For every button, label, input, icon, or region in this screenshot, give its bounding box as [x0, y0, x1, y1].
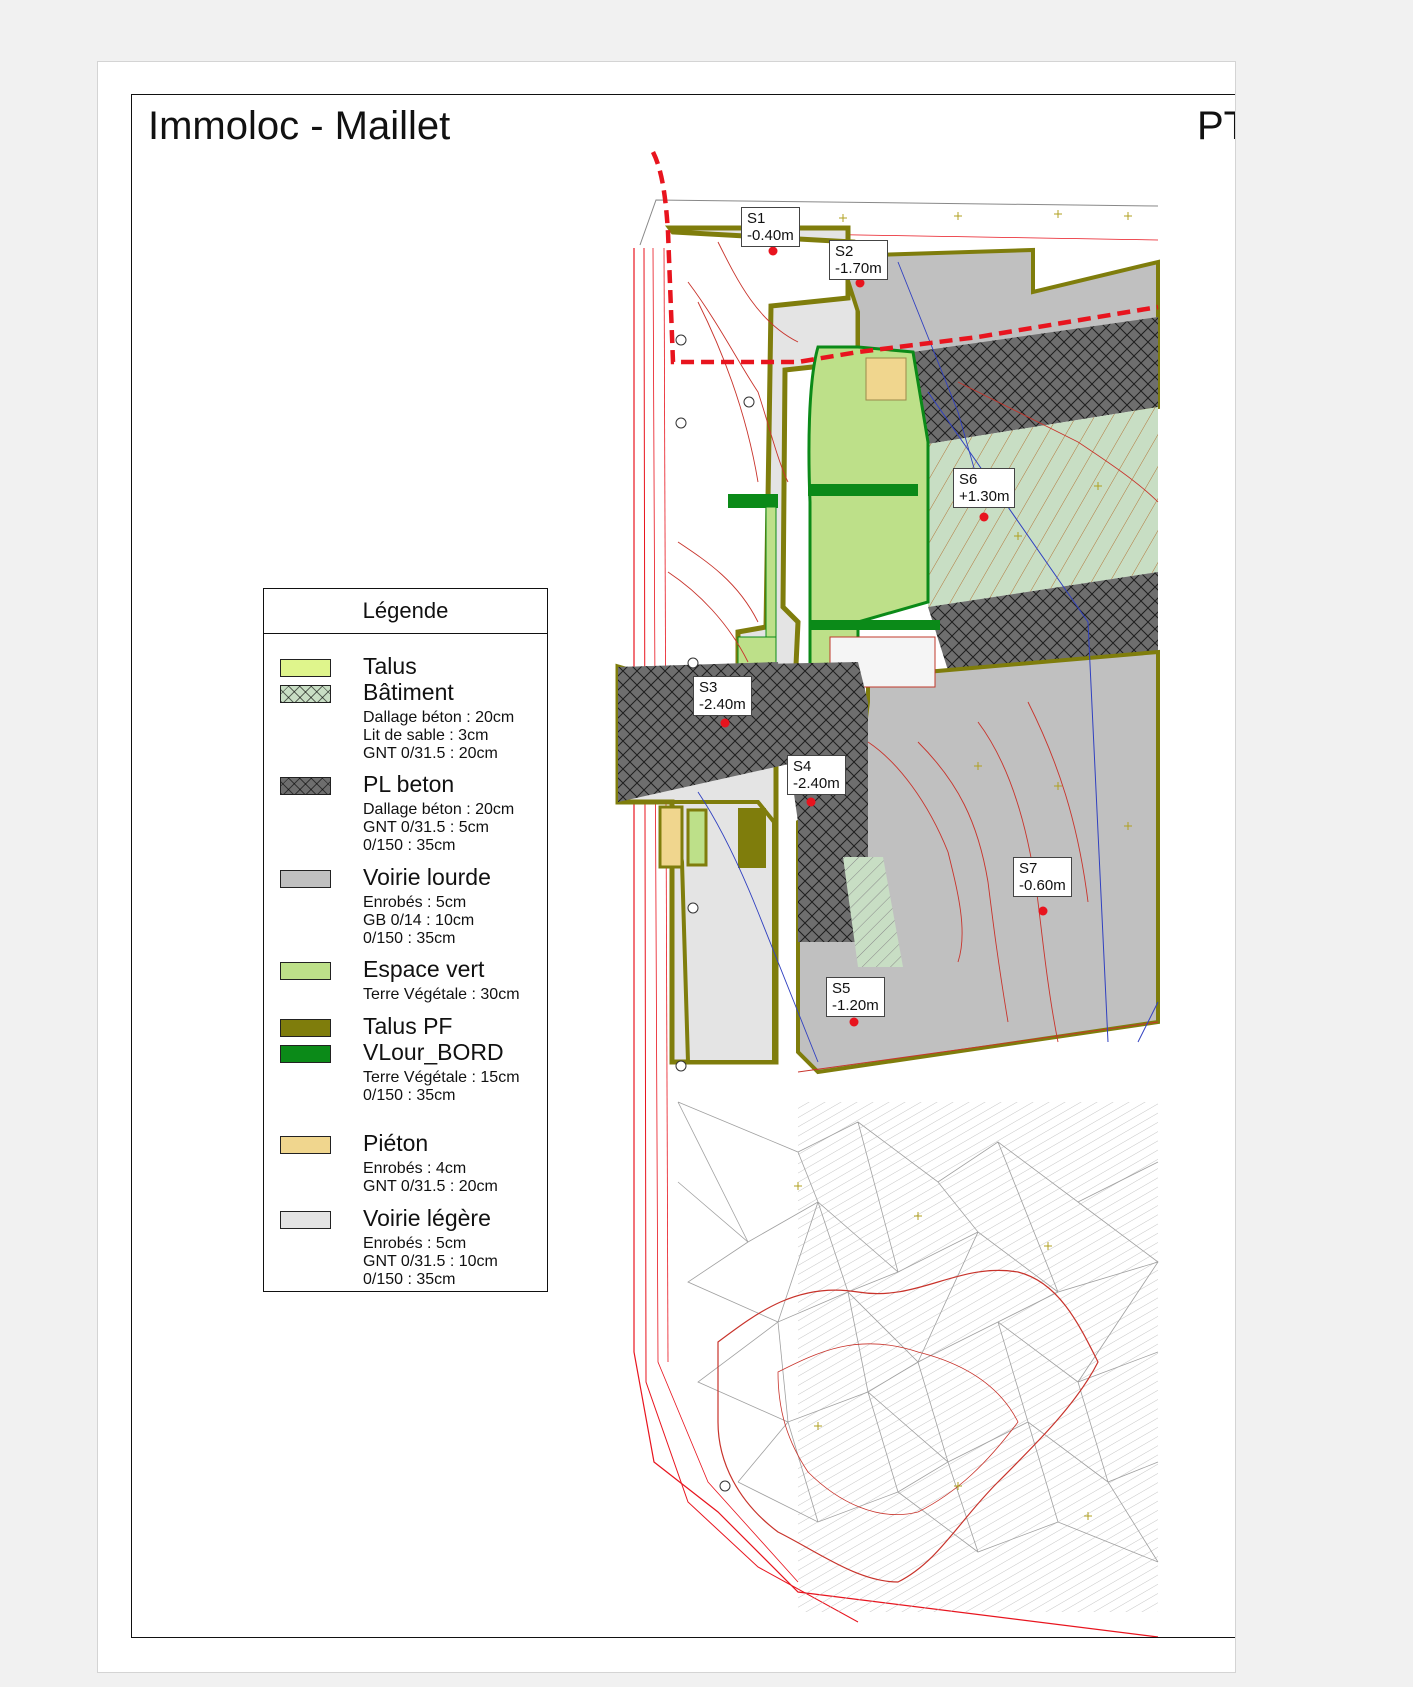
point-id: S5 — [832, 980, 851, 997]
legend-detail: 0/150 : 35cm — [363, 1271, 456, 1288]
point-value: -0.40m — [747, 227, 794, 244]
document-title: Immoloc - Maillet — [148, 104, 451, 148]
legend-label: Talus PF — [363, 1013, 453, 1039]
survey-label-s6: S6 +1.30m — [953, 468, 1016, 508]
legend-label: Espace vert — [363, 956, 485, 982]
legend-detail: Terre Végétale : 15cm — [363, 1069, 520, 1086]
point-id: S3 — [699, 679, 718, 696]
point-value: +1.30m — [959, 488, 1010, 505]
legend-detail: Enrobés : 5cm — [363, 894, 467, 911]
legend-swatch — [280, 870, 331, 888]
point-id: S2 — [835, 243, 854, 260]
survey-label-s2: S2 -1.70m — [829, 240, 888, 280]
legend-detail: GNT 0/31.5 : 20cm — [363, 1178, 498, 1195]
legend-title: Légende — [264, 589, 547, 634]
legend: Légende Talus Bâtiment Dallage béton : 20c… — [263, 588, 548, 1292]
legend-swatch — [280, 1136, 331, 1154]
legend-swatch — [280, 777, 331, 795]
legend-swatch — [280, 659, 331, 677]
legend-detail: 0/150 : 35cm — [363, 930, 456, 947]
legend-swatch — [280, 1019, 331, 1037]
legend-swatch — [280, 962, 331, 980]
survey-label-s4: S4 -2.40m — [787, 755, 846, 795]
point-id: S6 — [959, 471, 978, 488]
document-code: PT — [1197, 104, 1235, 148]
point-value: -1.20m — [832, 997, 879, 1014]
legend-detail: GB 0/14 : 10cm — [363, 912, 475, 929]
legend-swatch — [280, 1211, 331, 1229]
legend-label: VLour_BORD — [363, 1039, 504, 1065]
survey-label-s1: S1 -0.40m — [741, 207, 800, 247]
legend-detail: GNT 0/31.5 : 10cm — [363, 1253, 498, 1270]
point-id: S1 — [747, 210, 766, 227]
drawing-sheet: Immoloc - Maillet PT S1 -0.40m S2 -1.70m… — [97, 61, 1236, 1673]
legend-label: Voirie légère — [363, 1205, 491, 1231]
legend-detail: Dallage béton : 20cm — [363, 709, 515, 726]
point-value: -1.70m — [835, 260, 882, 277]
legend-detail: 0/150 : 35cm — [363, 837, 456, 854]
legend-detail: Terre Végétale : 30cm — [363, 986, 520, 1003]
legend-label: Bâtiment — [363, 679, 454, 705]
legend-label: Talus — [363, 653, 417, 679]
legend-detail: Enrobés : 4cm — [363, 1160, 467, 1177]
legend-swatch — [280, 685, 331, 703]
legend-label: PL beton — [363, 771, 455, 797]
legend-swatch — [280, 1045, 331, 1063]
point-value: -2.40m — [793, 775, 840, 792]
survey-label-s7: S7 -0.60m — [1013, 857, 1072, 897]
legend-detail: Lit de sable : 3cm — [363, 727, 489, 744]
survey-label-s3: S3 -2.40m — [693, 676, 752, 716]
survey-label-s5: S5 -1.20m — [826, 977, 885, 1017]
point-id: S7 — [1019, 860, 1038, 877]
legend-detail: 0/150 : 35cm — [363, 1087, 456, 1104]
legend-detail: Enrobés : 5cm — [363, 1235, 467, 1252]
legend-detail: Dallage béton : 20cm — [363, 801, 515, 818]
legend-label: Voirie lourde — [363, 864, 491, 890]
legend-detail: GNT 0/31.5 : 20cm — [363, 745, 498, 762]
legend-detail: GNT 0/31.5 : 5cm — [363, 819, 489, 836]
point-value: -2.40m — [699, 696, 746, 713]
point-id: S4 — [793, 758, 812, 775]
legend-label: Piéton — [363, 1130, 429, 1156]
point-value: -0.60m — [1019, 877, 1066, 894]
